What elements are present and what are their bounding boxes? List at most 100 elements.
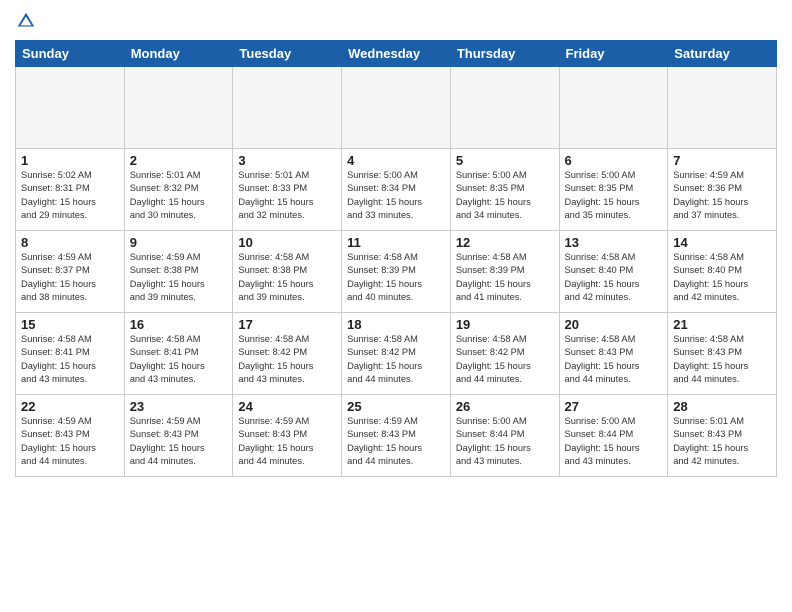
day-info: Sunrise: 4:58 AM Sunset: 8:38 PM Dayligh… xyxy=(238,251,336,305)
col-saturday: Saturday xyxy=(668,41,777,67)
day-info: Sunrise: 5:01 AM Sunset: 8:32 PM Dayligh… xyxy=(130,169,228,223)
table-row: 19Sunrise: 4:58 AM Sunset: 8:42 PM Dayli… xyxy=(450,313,559,395)
day-info: Sunrise: 4:58 AM Sunset: 8:40 PM Dayligh… xyxy=(673,251,771,305)
table-row: 26Sunrise: 5:00 AM Sunset: 8:44 PM Dayli… xyxy=(450,395,559,477)
day-info: Sunrise: 4:58 AM Sunset: 8:42 PM Dayligh… xyxy=(238,333,336,387)
table-row: 4Sunrise: 5:00 AM Sunset: 8:34 PM Daylig… xyxy=(342,149,451,231)
table-row: 17Sunrise: 4:58 AM Sunset: 8:42 PM Dayli… xyxy=(233,313,342,395)
table-row: 23Sunrise: 4:59 AM Sunset: 8:43 PM Dayli… xyxy=(124,395,233,477)
day-number: 8 xyxy=(21,235,119,250)
day-info: Sunrise: 5:00 AM Sunset: 8:35 PM Dayligh… xyxy=(565,169,663,223)
table-row xyxy=(124,67,233,149)
calendar-week-row: 22Sunrise: 4:59 AM Sunset: 8:43 PM Dayli… xyxy=(16,395,777,477)
day-number: 27 xyxy=(565,399,663,414)
day-number: 10 xyxy=(238,235,336,250)
day-number: 15 xyxy=(21,317,119,332)
day-number: 9 xyxy=(130,235,228,250)
day-info: Sunrise: 4:58 AM Sunset: 8:41 PM Dayligh… xyxy=(130,333,228,387)
table-row: 1Sunrise: 5:02 AM Sunset: 8:31 PM Daylig… xyxy=(16,149,125,231)
table-row: 6Sunrise: 5:00 AM Sunset: 8:35 PM Daylig… xyxy=(559,149,668,231)
day-info: Sunrise: 4:58 AM Sunset: 8:41 PM Dayligh… xyxy=(21,333,119,387)
day-number: 24 xyxy=(238,399,336,414)
header xyxy=(15,10,777,32)
col-sunday: Sunday xyxy=(16,41,125,67)
day-number: 6 xyxy=(565,153,663,168)
day-info: Sunrise: 4:59 AM Sunset: 8:43 PM Dayligh… xyxy=(238,415,336,469)
day-info: Sunrise: 5:02 AM Sunset: 8:31 PM Dayligh… xyxy=(21,169,119,223)
day-info: Sunrise: 4:59 AM Sunset: 8:43 PM Dayligh… xyxy=(347,415,445,469)
day-number: 14 xyxy=(673,235,771,250)
day-number: 19 xyxy=(456,317,554,332)
day-number: 13 xyxy=(565,235,663,250)
table-row: 5Sunrise: 5:00 AM Sunset: 8:35 PM Daylig… xyxy=(450,149,559,231)
logo-icon xyxy=(15,10,37,32)
day-info: Sunrise: 4:59 AM Sunset: 8:43 PM Dayligh… xyxy=(21,415,119,469)
day-number: 25 xyxy=(347,399,445,414)
day-number: 18 xyxy=(347,317,445,332)
table-row: 15Sunrise: 4:58 AM Sunset: 8:41 PM Dayli… xyxy=(16,313,125,395)
table-row: 24Sunrise: 4:59 AM Sunset: 8:43 PM Dayli… xyxy=(233,395,342,477)
col-thursday: Thursday xyxy=(450,41,559,67)
day-info: Sunrise: 4:58 AM Sunset: 8:43 PM Dayligh… xyxy=(565,333,663,387)
day-info: Sunrise: 4:59 AM Sunset: 8:43 PM Dayligh… xyxy=(130,415,228,469)
calendar-week-row: 8Sunrise: 4:59 AM Sunset: 8:37 PM Daylig… xyxy=(16,231,777,313)
table-row: 3Sunrise: 5:01 AM Sunset: 8:33 PM Daylig… xyxy=(233,149,342,231)
day-number: 17 xyxy=(238,317,336,332)
table-row: 11Sunrise: 4:58 AM Sunset: 8:39 PM Dayli… xyxy=(342,231,451,313)
day-info: Sunrise: 4:58 AM Sunset: 8:39 PM Dayligh… xyxy=(456,251,554,305)
day-info: Sunrise: 5:01 AM Sunset: 8:33 PM Dayligh… xyxy=(238,169,336,223)
table-row: 13Sunrise: 4:58 AM Sunset: 8:40 PM Dayli… xyxy=(559,231,668,313)
page: Sunday Monday Tuesday Wednesday Thursday… xyxy=(0,0,792,612)
table-row: 18Sunrise: 4:58 AM Sunset: 8:42 PM Dayli… xyxy=(342,313,451,395)
col-monday: Monday xyxy=(124,41,233,67)
col-tuesday: Tuesday xyxy=(233,41,342,67)
day-number: 23 xyxy=(130,399,228,414)
day-number: 16 xyxy=(130,317,228,332)
table-row: 22Sunrise: 4:59 AM Sunset: 8:43 PM Dayli… xyxy=(16,395,125,477)
day-number: 11 xyxy=(347,235,445,250)
day-info: Sunrise: 5:00 AM Sunset: 8:44 PM Dayligh… xyxy=(456,415,554,469)
table-row xyxy=(342,67,451,149)
day-number: 20 xyxy=(565,317,663,332)
day-info: Sunrise: 4:59 AM Sunset: 8:38 PM Dayligh… xyxy=(130,251,228,305)
table-row xyxy=(668,67,777,149)
table-row: 7Sunrise: 4:59 AM Sunset: 8:36 PM Daylig… xyxy=(668,149,777,231)
table-row: 2Sunrise: 5:01 AM Sunset: 8:32 PM Daylig… xyxy=(124,149,233,231)
day-number: 2 xyxy=(130,153,228,168)
day-info: Sunrise: 4:58 AM Sunset: 8:42 PM Dayligh… xyxy=(347,333,445,387)
day-number: 5 xyxy=(456,153,554,168)
day-info: Sunrise: 4:59 AM Sunset: 8:37 PM Dayligh… xyxy=(21,251,119,305)
table-row xyxy=(16,67,125,149)
calendar-header-row: Sunday Monday Tuesday Wednesday Thursday… xyxy=(16,41,777,67)
day-number: 21 xyxy=(673,317,771,332)
day-info: Sunrise: 4:58 AM Sunset: 8:43 PM Dayligh… xyxy=(673,333,771,387)
table-row: 20Sunrise: 4:58 AM Sunset: 8:43 PM Dayli… xyxy=(559,313,668,395)
calendar: Sunday Monday Tuesday Wednesday Thursday… xyxy=(15,40,777,477)
day-info: Sunrise: 4:59 AM Sunset: 8:36 PM Dayligh… xyxy=(673,169,771,223)
table-row: 8Sunrise: 4:59 AM Sunset: 8:37 PM Daylig… xyxy=(16,231,125,313)
table-row: 9Sunrise: 4:59 AM Sunset: 8:38 PM Daylig… xyxy=(124,231,233,313)
day-info: Sunrise: 5:00 AM Sunset: 8:35 PM Dayligh… xyxy=(456,169,554,223)
table-row: 28Sunrise: 5:01 AM Sunset: 8:43 PM Dayli… xyxy=(668,395,777,477)
day-info: Sunrise: 5:01 AM Sunset: 8:43 PM Dayligh… xyxy=(673,415,771,469)
day-number: 7 xyxy=(673,153,771,168)
table-row: 21Sunrise: 4:58 AM Sunset: 8:43 PM Dayli… xyxy=(668,313,777,395)
table-row: 27Sunrise: 5:00 AM Sunset: 8:44 PM Dayli… xyxy=(559,395,668,477)
table-row: 25Sunrise: 4:59 AM Sunset: 8:43 PM Dayli… xyxy=(342,395,451,477)
calendar-week-row: 1Sunrise: 5:02 AM Sunset: 8:31 PM Daylig… xyxy=(16,149,777,231)
day-info: Sunrise: 5:00 AM Sunset: 8:34 PM Dayligh… xyxy=(347,169,445,223)
table-row xyxy=(450,67,559,149)
day-number: 3 xyxy=(238,153,336,168)
day-info: Sunrise: 4:58 AM Sunset: 8:42 PM Dayligh… xyxy=(456,333,554,387)
table-row xyxy=(559,67,668,149)
table-row: 10Sunrise: 4:58 AM Sunset: 8:38 PM Dayli… xyxy=(233,231,342,313)
col-friday: Friday xyxy=(559,41,668,67)
calendar-week-row xyxy=(16,67,777,149)
table-row: 14Sunrise: 4:58 AM Sunset: 8:40 PM Dayli… xyxy=(668,231,777,313)
day-info: Sunrise: 5:00 AM Sunset: 8:44 PM Dayligh… xyxy=(565,415,663,469)
logo xyxy=(15,10,42,32)
day-number: 26 xyxy=(456,399,554,414)
table-row xyxy=(233,67,342,149)
day-number: 12 xyxy=(456,235,554,250)
day-number: 22 xyxy=(21,399,119,414)
